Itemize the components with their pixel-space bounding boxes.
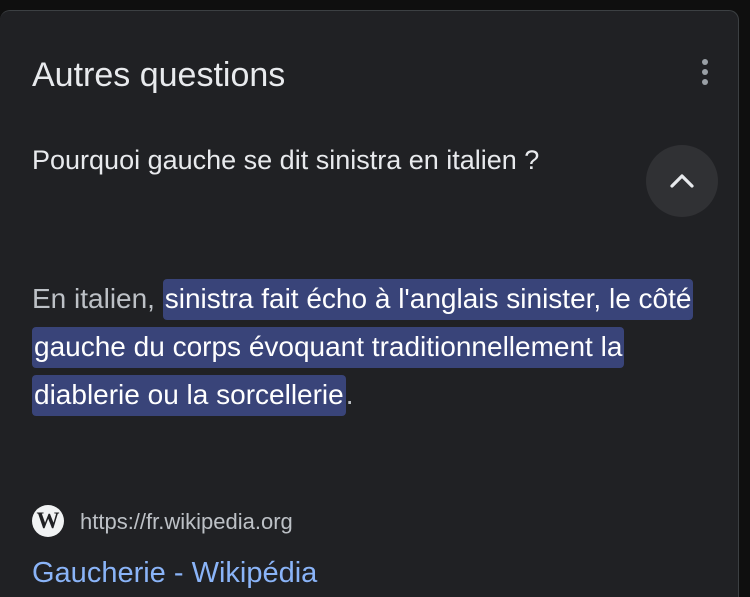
question-text[interactable]: Pourquoi gauche se dit sinistra en itali… (32, 141, 592, 179)
wikipedia-icon: W (32, 505, 64, 537)
more-vert-icon[interactable] (694, 57, 718, 87)
source-url[interactable]: https://fr.wikipedia.org (80, 508, 293, 536)
answer-prefix: En italien, (32, 283, 163, 314)
section-title: Autres questions (32, 56, 286, 94)
result-title-link[interactable]: Gaucherie - Wikipédia (32, 555, 317, 591)
people-also-ask-panel: Autres questions Pourquoi gauche se dit … (0, 10, 739, 597)
answer-snippet: En italien, sinistra fait écho à l'angla… (32, 275, 722, 419)
chevron-up-icon (670, 174, 694, 188)
answer-suffix: . (345, 379, 354, 410)
collapse-question-button[interactable] (646, 145, 718, 217)
